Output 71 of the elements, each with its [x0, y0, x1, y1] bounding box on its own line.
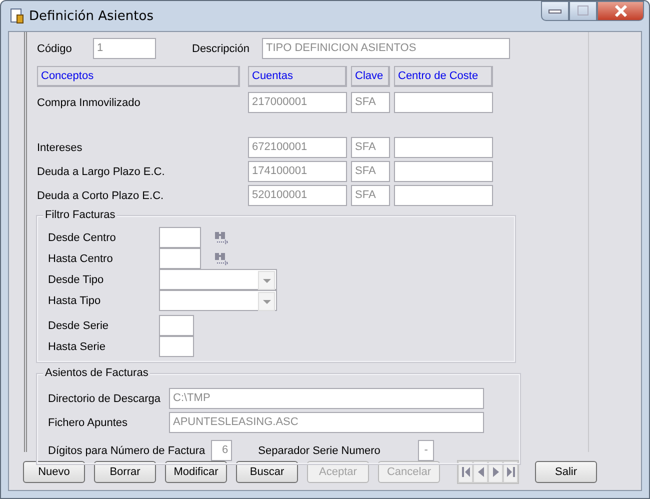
- exit-button[interactable]: Salir: [535, 461, 597, 483]
- concept-label: Compra Inmovilizado: [37, 96, 142, 108]
- group-title: Filtro Facturas: [43, 209, 118, 221]
- input-field[interactable]: [159, 248, 201, 269]
- dropdown[interactable]: [159, 269, 277, 290]
- binoculars-icon[interactable]: [214, 252, 230, 266]
- last-record-button[interactable]: [503, 461, 518, 483]
- last-icon: [506, 466, 514, 478]
- dropdown[interactable]: [159, 290, 277, 311]
- first-icon: [462, 466, 470, 478]
- field-label: Desde Centro: [48, 232, 117, 244]
- column-header: Cuentas: [248, 66, 347, 87]
- field-label: Directorio de Descarga: [48, 392, 162, 404]
- field-label: Descripción: [192, 42, 250, 54]
- field-label: Hasta Centro: [48, 252, 114, 264]
- right-arrow-icon: [492, 466, 500, 478]
- concept-label: Deuda a Corto Plazo E.C.: [37, 190, 165, 202]
- minimize-icon: [548, 8, 562, 14]
- code-field[interactable]: 1: [93, 38, 156, 59]
- input-field[interactable]: [159, 336, 194, 357]
- cost-center-field[interactable]: [394, 137, 493, 158]
- field-label: Hasta Serie: [48, 340, 106, 352]
- concept-label: Deuda a Largo Plazo E.C.: [37, 166, 166, 178]
- first-record-button[interactable]: [458, 461, 473, 483]
- key-field[interactable]: SFA: [351, 137, 390, 158]
- key-field[interactable]: SFA: [351, 92, 390, 113]
- concept-label: Intereses: [37, 142, 84, 154]
- input-field[interactable]: [159, 227, 201, 248]
- action-button[interactable]: Borrar: [94, 461, 156, 483]
- column-header: Clave: [351, 66, 390, 87]
- key-field[interactable]: SFA: [351, 185, 390, 206]
- close-icon: [612, 4, 628, 18]
- cost-center-field[interactable]: [394, 92, 493, 113]
- field-label: Fichero Apuntes: [48, 416, 128, 428]
- action-button[interactable]: Buscar: [236, 461, 298, 483]
- separator-field[interactable]: -: [418, 440, 434, 461]
- description-field[interactable]: TIPO DEFINICION ASIENTOS: [262, 38, 510, 59]
- field-label: Desde Tipo: [48, 274, 105, 286]
- account-field[interactable]: 520100001: [248, 185, 347, 206]
- file-field[interactable]: APUNTESLEASING.ASC: [169, 412, 484, 433]
- field-label: Dígitos para Número de Factura: [48, 444, 206, 456]
- group-title: Asientos de Facturas: [43, 367, 150, 379]
- column-header: Conceptos: [37, 66, 240, 87]
- input-field[interactable]: [159, 315, 194, 336]
- digits-field[interactable]: 6: [211, 440, 232, 461]
- account-field[interactable]: 174100001: [248, 161, 347, 182]
- field-label: Desde Serie: [48, 320, 110, 332]
- directory-field[interactable]: C:\TMP: [169, 388, 484, 409]
- field-label: Separador Serie Numero: [258, 444, 382, 456]
- minimize-button[interactable]: [541, 1, 569, 21]
- binoculars-icon[interactable]: [214, 230, 230, 244]
- caret-icon: [262, 278, 270, 282]
- document-icon: [9, 8, 25, 24]
- left-arrow-icon: [476, 466, 484, 478]
- window-title: Definición Asientos: [29, 8, 154, 24]
- cost-center-field[interactable]: [394, 185, 493, 206]
- field-label: Código: [37, 42, 73, 54]
- cost-center-field[interactable]: [394, 161, 493, 182]
- maximize-button[interactable]: [569, 1, 597, 21]
- previous-button[interactable]: [473, 461, 488, 483]
- action-button[interactable]: Nuevo: [23, 461, 85, 483]
- action-button[interactable]: Modificar: [165, 461, 227, 483]
- account-field[interactable]: 217000001: [248, 92, 347, 113]
- next-button[interactable]: [488, 461, 503, 483]
- account-field[interactable]: 672100001: [248, 137, 347, 158]
- field-label: Hasta Tipo: [48, 294, 102, 306]
- maximize-icon: [576, 5, 590, 17]
- caret-icon: [262, 300, 270, 304]
- column-header: Centro de Coste: [394, 66, 493, 87]
- close-button[interactable]: [597, 1, 644, 21]
- key-field[interactable]: SFA: [351, 161, 390, 182]
